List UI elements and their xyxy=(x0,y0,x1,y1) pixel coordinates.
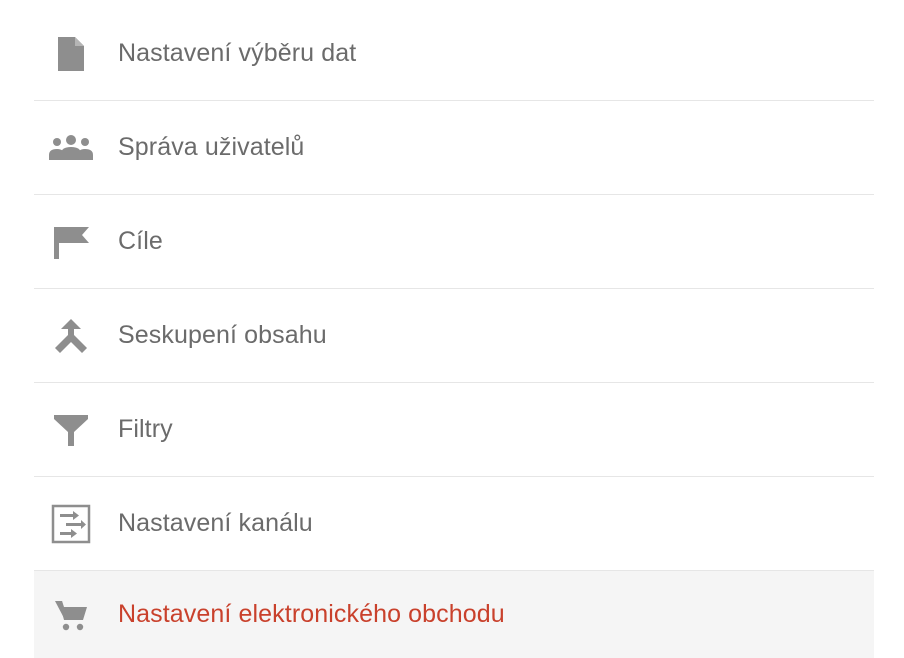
menu-item-goals[interactable]: Cíle xyxy=(34,195,874,289)
document-icon xyxy=(47,30,95,78)
menu-item-channel-settings[interactable]: Nastavení kanálu xyxy=(34,477,874,571)
menu-item-label: Filtry xyxy=(118,415,173,443)
menu-item-label: Nastavení elektronického obchodu xyxy=(118,600,505,628)
channel-settings-icon xyxy=(47,500,95,548)
menu-item-label: Cíle xyxy=(118,227,163,255)
menu-item-label: Nastavení kanálu xyxy=(118,509,313,537)
menu-item-label: Seskupení obsahu xyxy=(118,321,327,349)
menu-item-data-view-settings[interactable]: Nastavení výběru dat xyxy=(34,7,874,101)
admin-settings-menu: Nastavení výběru dat Správa uživatelů Cí… xyxy=(34,7,874,658)
filter-icon xyxy=(47,406,95,454)
menu-item-label: Nastavení výběru dat xyxy=(118,39,357,67)
menu-item-ecommerce-settings[interactable]: Nastavení elektronického obchodu xyxy=(34,571,874,658)
menu-item-user-management[interactable]: Správa uživatelů xyxy=(34,101,874,195)
cart-icon xyxy=(47,591,95,639)
merge-icon xyxy=(47,312,95,360)
people-icon xyxy=(47,124,95,172)
menu-item-content-grouping[interactable]: Seskupení obsahu xyxy=(34,289,874,383)
menu-item-label: Správa uživatelů xyxy=(118,133,305,161)
flag-icon xyxy=(47,218,95,266)
menu-item-filters[interactable]: Filtry xyxy=(34,383,874,477)
